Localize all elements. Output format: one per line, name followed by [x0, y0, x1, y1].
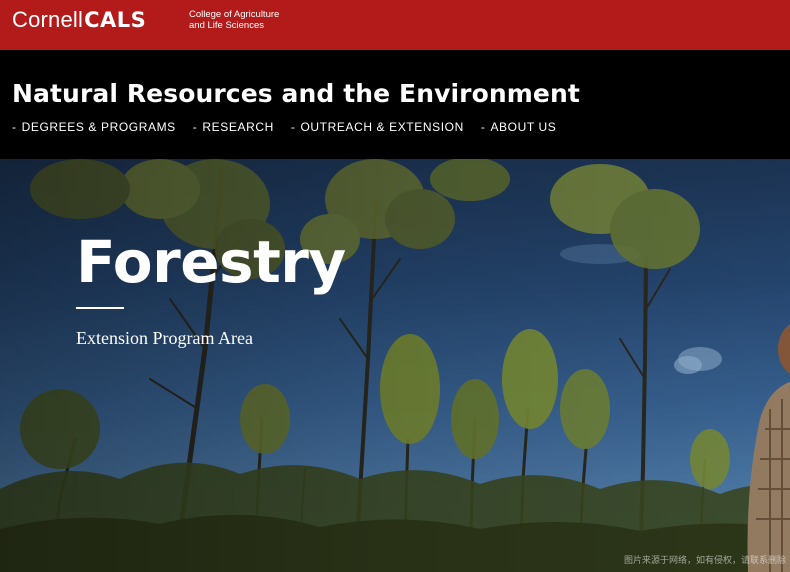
nav-outreach-extension[interactable]: - OUTREACH & EXTENSION — [291, 120, 464, 134]
nav-label: OUTREACH & EXTENSION — [300, 120, 464, 134]
page-title: Forestry — [76, 228, 346, 296]
title-divider — [76, 307, 124, 309]
nav-dash: - — [12, 120, 17, 134]
nav-label: ABOUT US — [490, 120, 557, 134]
hero-banner: Forestry Extension Program Area 图片来源于网络，… — [0, 159, 790, 572]
site-title[interactable]: Natural Resources and the Environment — [12, 79, 580, 109]
college-name-line1: College of Agriculture — [189, 9, 280, 20]
nav-dash: - — [480, 120, 486, 134]
nav-label: RESEARCH — [202, 120, 274, 134]
hero-overlay — [0, 159, 790, 572]
nav-about-us[interactable]: - ABOUT US — [481, 120, 557, 134]
nav-dash: - — [192, 120, 198, 134]
nav-research[interactable]: - RESEARCH — [193, 120, 274, 134]
cornell-cals-logo[interactable]: Cornell CALS — [12, 6, 146, 34]
main-nav: - DEGREES & PROGRAMS - RESEARCH - OUTREACH … — [12, 120, 573, 134]
site-header: Natural Resources and the Environment -D… — [0, 50, 790, 159]
nav-label: DEGREES & PROGRAMS — [21, 120, 176, 134]
nav-dash: - — [290, 120, 296, 134]
top-bar: Cornell CALS College of Agriculture and … — [0, 0, 790, 50]
nav-degrees-programs[interactable]: - DEGREES & PROGRAMS — [12, 120, 176, 134]
page-subtitle: Extension Program Area — [76, 328, 253, 348]
college-name-line2: and Life Sciences — [189, 20, 264, 31]
logo-cals-text: CALS — [84, 8, 147, 32]
college-name[interactable]: College of Agriculture and Life Sciences — [189, 9, 279, 31]
image-watermark: 图片来源于网络，如有侵权，请联系删除 — [623, 556, 786, 566]
logo-cornell-text: Cornell — [12, 7, 84, 32]
